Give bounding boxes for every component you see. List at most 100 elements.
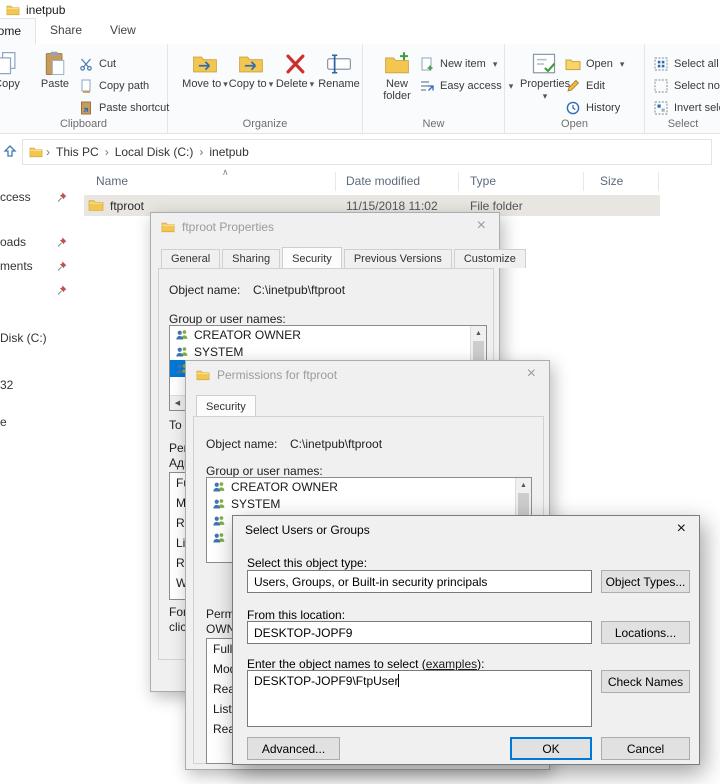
dialog-title: Select Users or Groups — [245, 523, 370, 537]
object-names-field[interactable]: DESKTOP-JOPF9\FtpUser — [247, 670, 592, 727]
sort-ascending-icon — [222, 167, 229, 178]
folder-icon — [196, 368, 210, 382]
users-icon — [212, 514, 226, 528]
open-group-label: Open — [561, 118, 588, 130]
list-item[interactable]: SYSTEM — [170, 343, 486, 360]
breadcrumb-this-pc[interactable]: This PC — [53, 145, 102, 159]
copy-label: Copy — [0, 78, 20, 90]
rename-button[interactable]: Rename — [316, 50, 362, 91]
object-name-value: C:\inetpub\ftproot — [253, 283, 346, 297]
easy-access-button[interactable]: Easy access — [419, 76, 513, 96]
easy-access-icon — [419, 78, 435, 94]
advanced-button[interactable]: Advanced... — [247, 737, 340, 760]
scroll-left-icon[interactable] — [170, 399, 185, 407]
tab-general[interactable]: General — [161, 249, 221, 268]
dropdown-arrow-icon — [541, 90, 548, 102]
users-icon — [212, 531, 226, 545]
properties-button[interactable]: Properties — [520, 50, 570, 102]
dialog-title: ftproot Properties — [182, 220, 275, 234]
select-all-button[interactable]: Select all — [653, 54, 720, 74]
examples-link[interactable]: examples — [426, 657, 477, 671]
pin-icon[interactable] — [56, 260, 68, 272]
locations-button[interactable]: Locations... — [601, 621, 690, 644]
list-item[interactable]: CREATOR OWNER — [207, 478, 531, 495]
object-types-button[interactable]: Object Types... — [601, 570, 690, 593]
up-arrow-icon — [2, 143, 18, 159]
folder-icon — [29, 145, 43, 159]
properties-dialog-titlebar: ftproot Properties — [161, 220, 274, 234]
new-item-button[interactable]: New item — [419, 54, 497, 74]
move-to-button[interactable]: Move to — [182, 50, 228, 91]
select-none-icon — [653, 78, 669, 94]
edit-button[interactable]: Edit — [565, 76, 605, 96]
cancel-button[interactable]: Cancel — [601, 737, 690, 760]
open-button[interactable]: Open — [565, 54, 624, 74]
new-folder-button[interactable]: New folder — [373, 50, 421, 102]
select-none-button[interactable]: Select none — [653, 76, 720, 96]
tab-share[interactable]: Share — [36, 18, 96, 44]
delete-icon — [281, 50, 309, 78]
copy-path-button[interactable]: Copy path — [78, 76, 149, 96]
tab-security[interactable]: Security — [196, 395, 256, 416]
delete-button[interactable]: Delete — [274, 50, 316, 91]
history-button[interactable]: History — [565, 98, 620, 118]
close-icon[interactable] — [527, 366, 536, 382]
sidebar-item-quick-access[interactable]: ccess — [0, 190, 31, 204]
paste-shortcut-button[interactable]: Paste shortcut — [78, 98, 169, 118]
tab-view[interactable]: View — [96, 18, 150, 44]
copy-path-icon — [78, 78, 94, 94]
breadcrumb-inetpub[interactable]: inetpub — [206, 145, 251, 159]
sidebar-item[interactable]: 32 — [0, 378, 13, 392]
sidebar-item[interactable]: e — [0, 415, 7, 429]
copy-to-button[interactable]: Copy to — [228, 50, 274, 91]
dropdown-arrow-icon — [491, 58, 498, 70]
object-type-field[interactable] — [247, 570, 592, 593]
sidebar-item-downloads[interactable]: oads — [0, 235, 26, 249]
ribbon-group-new: New folder New item Easy access New — [363, 44, 505, 133]
pin-icon[interactable] — [56, 236, 68, 248]
column-header-size[interactable]: Size — [600, 174, 623, 188]
permissions-tabs: Security — [196, 395, 258, 416]
list-item[interactable]: CREATOR OWNER — [170, 326, 486, 343]
ribbon-group-select: Select all Select none Invert selection … — [645, 44, 720, 133]
invert-selection-icon — [653, 100, 669, 116]
check-names-button[interactable]: Check Names — [601, 670, 690, 693]
tab-home[interactable]: Home — [0, 18, 37, 44]
dropdown-arrow-icon — [618, 58, 625, 70]
paste-icon — [41, 50, 69, 78]
scroll-up-icon[interactable] — [516, 478, 531, 492]
copy-to-icon — [237, 50, 265, 78]
ok-button[interactable]: OK — [510, 737, 592, 760]
users-icon — [212, 497, 226, 511]
tab-security[interactable]: Security — [282, 247, 342, 268]
column-header-name[interactable]: Name — [96, 174, 128, 188]
pin-icon[interactable] — [56, 284, 68, 296]
ribbon-group-clipboard: Copy Paste Cut Copy path Paste shortcut … — [0, 44, 169, 133]
breadcrumb-local-disk[interactable]: Local Disk (C:) — [112, 145, 197, 159]
group-user-names-label: Group or user names: — [169, 312, 286, 326]
paste-button[interactable]: Paste — [32, 50, 78, 91]
column-header-type[interactable]: Type — [470, 174, 496, 188]
close-icon[interactable] — [477, 218, 486, 234]
tab-previous-versions[interactable]: Previous Versions — [343, 249, 452, 268]
up-button[interactable] — [2, 143, 18, 159]
column-header-date-modified[interactable]: Date modified — [346, 174, 420, 188]
copy-button[interactable]: Copy — [0, 50, 30, 91]
file-name[interactable]: ftproot — [110, 199, 144, 213]
location-field[interactable] — [247, 621, 592, 644]
tab-sharing[interactable]: Sharing — [222, 249, 281, 268]
cut-button[interactable]: Cut — [78, 54, 116, 74]
scroll-up-icon[interactable] — [471, 326, 486, 340]
group-user-names-label: Group or user names: — [206, 464, 323, 478]
select-group-label: Select — [667, 118, 699, 130]
tab-customize[interactable]: Customize — [453, 249, 526, 268]
pin-icon[interactable] — [56, 191, 68, 203]
address-bar[interactable]: This PC Local Disk (C:) inetpub — [22, 139, 712, 165]
list-item[interactable]: SYSTEM — [207, 495, 531, 512]
users-icon — [175, 345, 189, 359]
close-icon[interactable] — [677, 521, 686, 537]
invert-selection-button[interactable]: Invert selection — [653, 98, 720, 118]
sidebar-item-documents[interactable]: ments — [0, 259, 33, 273]
sidebar-item-local-disk[interactable]: Disk (C:) — [0, 331, 47, 345]
users-icon — [212, 480, 226, 494]
